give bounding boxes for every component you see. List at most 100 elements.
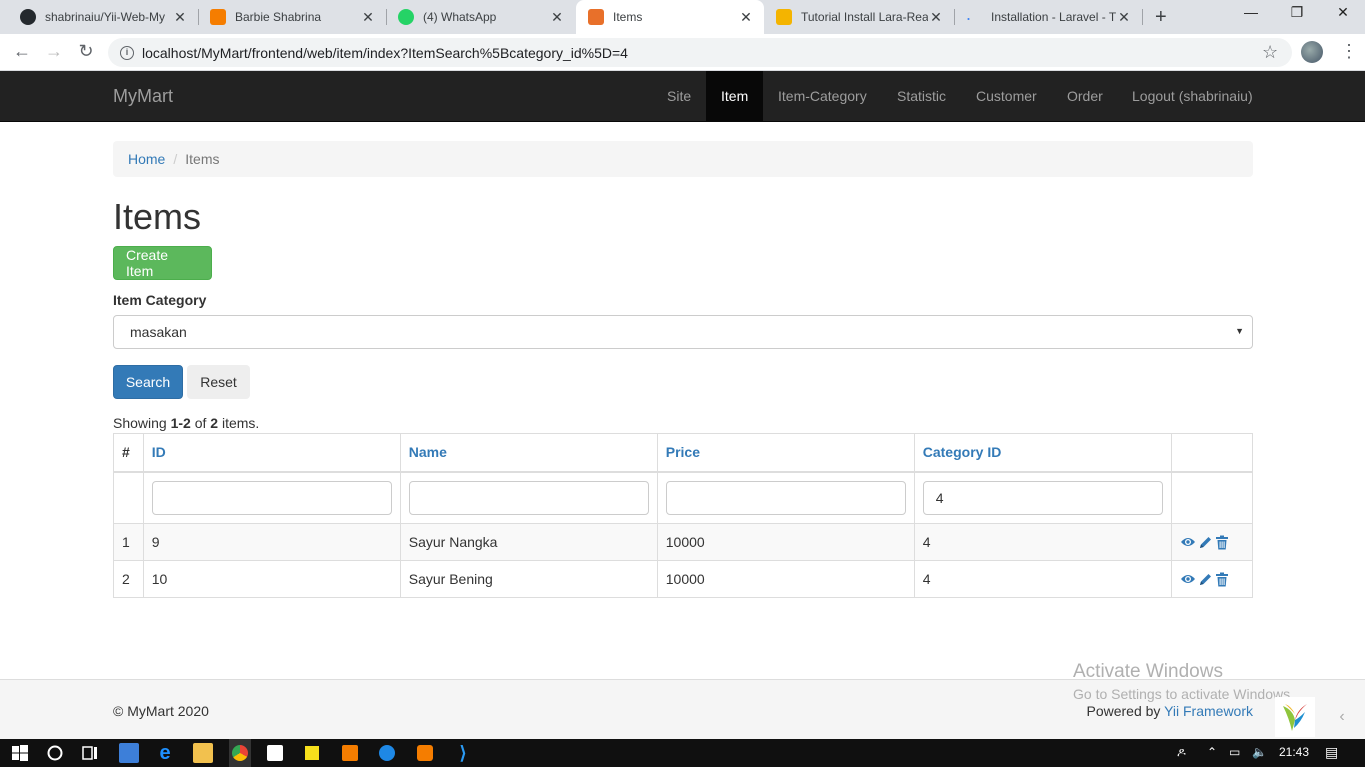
- info-icon[interactable]: i: [120, 45, 134, 60]
- close-icon[interactable]: ✕: [738, 9, 754, 26]
- item-category-select[interactable]: masakan ▼: [113, 315, 1253, 349]
- network-icon[interactable]: ▭: [1229, 745, 1240, 759]
- column-header-name[interactable]: Name: [399, 433, 658, 473]
- brand-link[interactable]: MyMart: [113, 86, 173, 107]
- reset-button[interactable]: Reset: [187, 365, 250, 399]
- chevron-left-icon[interactable]: ‹: [1322, 697, 1362, 737]
- mail-icon[interactable]: [119, 743, 139, 763]
- github-icon: [20, 9, 36, 25]
- trash-icon[interactable]: [1215, 535, 1229, 550]
- filter-row: 4: [113, 471, 1254, 524]
- clock-time[interactable]: 21:43: [1279, 745, 1309, 759]
- close-icon[interactable]: ✕: [928, 9, 944, 26]
- row-number: 1: [113, 523, 144, 561]
- volume-icon[interactable]: 🔈: [1252, 745, 1267, 759]
- sublime-icon[interactable]: [417, 745, 433, 761]
- browser-tab-github[interactable]: shabrinaiu/Yii-Web-My ✕: [8, 0, 198, 34]
- xampp-icon[interactable]: [342, 745, 358, 761]
- breadcrumb-current: Items: [185, 151, 220, 167]
- table-row: 2 10 Sayur Bening 10000 4: [113, 560, 1254, 598]
- restore-icon[interactable]: ❐: [1274, 4, 1320, 21]
- windows-start-icon[interactable]: [10, 743, 30, 763]
- close-icon[interactable]: ✕: [549, 9, 565, 26]
- search-button[interactable]: Search: [113, 365, 183, 399]
- yii-debug-logo-icon[interactable]: [1275, 697, 1315, 737]
- browser-tab-items[interactable]: Items ✕: [576, 0, 764, 34]
- dropdown-caret-icon: ▼: [1235, 326, 1244, 336]
- nav-customer[interactable]: Customer: [961, 71, 1052, 121]
- whatsapp-icon: [398, 9, 414, 25]
- eye-icon[interactable]: [1180, 535, 1196, 549]
- file-explorer-icon[interactable]: [193, 743, 213, 763]
- browser-tab-whatsapp[interactable]: (4) WhatsApp ✕: [386, 0, 575, 34]
- forward-icon[interactable]: →: [42, 41, 66, 62]
- avatar[interactable]: [1301, 41, 1323, 63]
- slides-icon: [776, 9, 792, 25]
- create-item-button[interactable]: Create Item: [113, 246, 212, 280]
- menu-kebab-icon[interactable]: ⋮: [1340, 41, 1358, 62]
- teamviewer-icon[interactable]: [379, 745, 395, 761]
- browser-tab-tutorial[interactable]: Tutorial Install Lara-Rea ✕: [764, 0, 954, 34]
- filter-cell: [656, 471, 915, 524]
- pencil-icon[interactable]: [1198, 572, 1213, 587]
- bookmark-star-icon[interactable]: ☆: [1262, 42, 1278, 63]
- sticky-notes-icon[interactable]: [305, 746, 319, 760]
- row-category-id: 4: [913, 523, 1172, 561]
- browser-tab-laravel[interactable]: . Installation - Laravel - T ✕: [954, 0, 1142, 34]
- minimize-icon[interactable]: —: [1228, 4, 1274, 20]
- filter-price-input[interactable]: [665, 480, 906, 515]
- filter-cell-empty: [113, 471, 144, 524]
- eye-icon[interactable]: [1180, 572, 1196, 586]
- people-icon[interactable]: ዶ: [1177, 745, 1186, 760]
- close-icon[interactable]: ✕: [1116, 9, 1132, 26]
- nav-item[interactable]: Item: [706, 71, 763, 121]
- row-number: 2: [113, 560, 144, 598]
- nav-logout[interactable]: Logout (shabrinaiu): [1117, 71, 1268, 121]
- filter-id-input[interactable]: [151, 480, 392, 515]
- yii-framework-link[interactable]: Yii Framework: [1164, 703, 1253, 719]
- table-row: 1 9 Sayur Nangka 10000 4: [113, 523, 1254, 561]
- column-header-price[interactable]: Price: [656, 433, 915, 473]
- grid-summary: Showing 1-2 of 2 items.: [113, 415, 260, 431]
- trash-icon[interactable]: [1215, 572, 1229, 587]
- edge-icon[interactable]: e: [155, 743, 175, 763]
- search-icon[interactable]: [45, 743, 65, 763]
- items-grid: # ID Name Price Category ID 4 1 9 Sayur …: [113, 433, 1254, 598]
- breadcrumb-home[interactable]: Home: [128, 151, 165, 167]
- nav-item-category[interactable]: Item-Category: [763, 71, 882, 121]
- filter-name-input[interactable]: [408, 480, 649, 515]
- column-header-id[interactable]: ID: [142, 433, 401, 473]
- new-tab-icon[interactable]: +: [1155, 6, 1167, 29]
- chevron-up-icon[interactable]: ⌃: [1207, 745, 1217, 759]
- reload-icon[interactable]: ↻: [74, 41, 98, 62]
- close-icon[interactable]: ✕: [172, 9, 188, 26]
- address-bar[interactable]: i localhost/MyMart/frontend/web/item/ind…: [108, 38, 1292, 67]
- row-name: Sayur Nangka: [399, 523, 658, 561]
- item-category-label: Item Category: [113, 292, 207, 308]
- nav-order[interactable]: Order: [1052, 71, 1118, 121]
- pencil-icon[interactable]: [1198, 535, 1213, 550]
- filter-cell: [399, 471, 658, 524]
- browser-tab-blogger[interactable]: Barbie Shabrina ✕: [198, 0, 386, 34]
- windows-taskbar: e ⟩ ዶ ⌃ ▭ 🔈 21:43 ▤: [0, 739, 1365, 767]
- browser-tab-strip: shabrinaiu/Yii-Web-My ✕ Barbie Shabrina …: [0, 0, 1365, 34]
- powered-by-text: Powered by Yii Framework: [1086, 703, 1253, 719]
- notifications-icon[interactable]: ▤: [1325, 744, 1338, 761]
- nav-site[interactable]: Site: [652, 71, 706, 121]
- app-navbar: MyMart Site Item Item-Category Statistic…: [0, 71, 1365, 122]
- browser-toolbar: ← → ↻ i localhost/MyMart/frontend/web/it…: [0, 34, 1365, 71]
- activate-windows-title: Activate Windows: [1073, 661, 1223, 682]
- nav-statistic[interactable]: Statistic: [882, 71, 961, 121]
- window-close-icon[interactable]: ✕: [1320, 4, 1365, 21]
- close-icon[interactable]: ✕: [360, 9, 376, 26]
- page-title: Items: [113, 196, 202, 237]
- column-header-category-id[interactable]: Category ID: [913, 433, 1172, 473]
- column-header-number: #: [113, 433, 144, 473]
- filter-category-id-input[interactable]: 4: [922, 480, 1163, 515]
- item-category-value: masakan: [130, 324, 187, 340]
- back-icon[interactable]: ←: [10, 41, 34, 62]
- task-view-icon[interactable]: [80, 743, 100, 763]
- store-icon[interactable]: [267, 745, 283, 761]
- chrome-taskbar-button[interactable]: [229, 739, 251, 767]
- vscode-icon[interactable]: ⟩: [453, 743, 473, 763]
